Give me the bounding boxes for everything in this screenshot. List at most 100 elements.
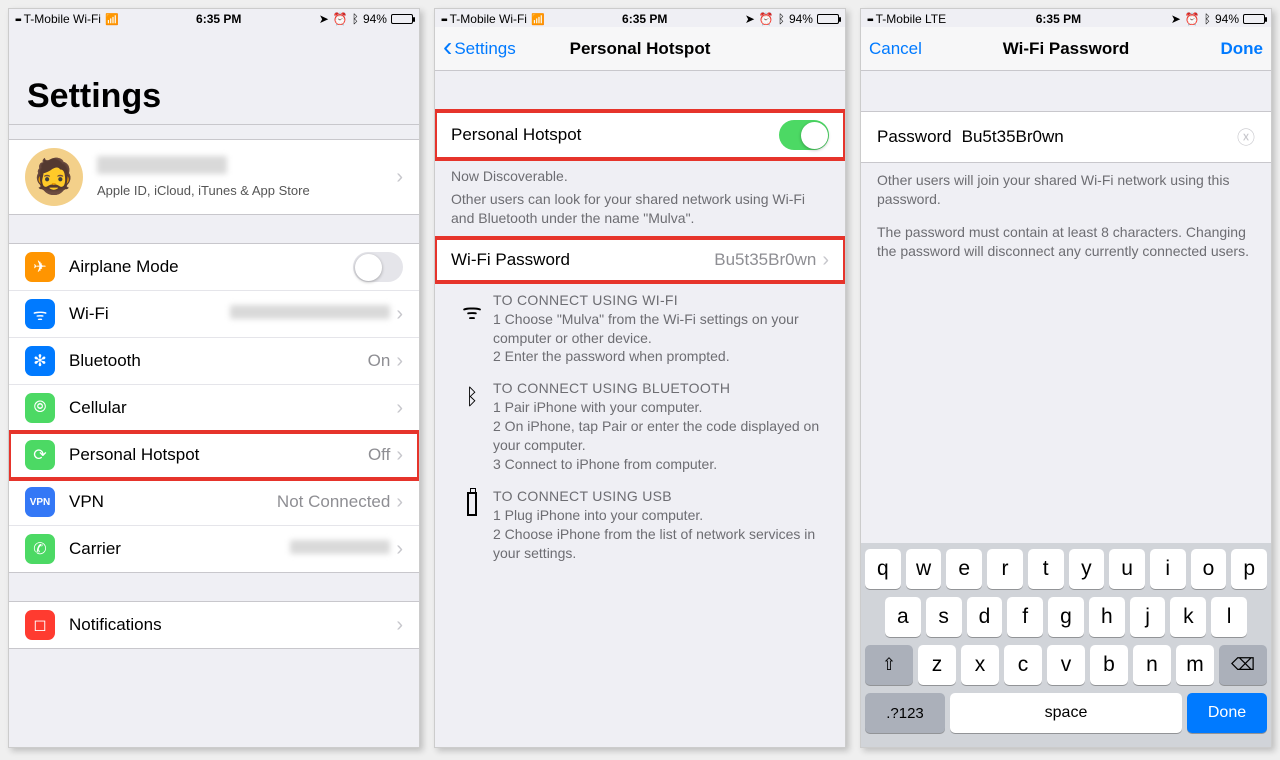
chevron-right-icon [822, 250, 829, 270]
password-desc-1: Other users will join your shared Wi-Fi … [861, 163, 1271, 213]
wifi-network-redacted [230, 305, 390, 319]
airplane-toggle[interactable] [353, 252, 403, 282]
key-l[interactable]: l [1211, 597, 1247, 637]
page-title: Settings [9, 27, 419, 125]
key-shift[interactable]: ⇧ [865, 645, 913, 685]
cellular-cell[interactable]: ⦾ Cellular [9, 385, 419, 432]
vpn-cell[interactable]: VPN VPN Not Connected [9, 479, 419, 526]
wifi-password-cell[interactable]: Wi-Fi Password Bu5t35Br0wn [435, 238, 845, 282]
key-p[interactable]: p [1231, 549, 1267, 589]
wifi-status-icon [105, 12, 119, 26]
key-d[interactable]: d [967, 597, 1003, 637]
key-w[interactable]: w [906, 549, 942, 589]
password-value[interactable]: Bu5t35Br0wn [962, 127, 1237, 147]
bluetooth-status-icon: ᛒ [778, 12, 785, 26]
keyboard-row-1: q w e r t y u i o p [865, 549, 1267, 589]
key-a[interactable]: a [885, 597, 921, 637]
carrier-label: T-Mobile Wi-Fi [24, 12, 101, 26]
clear-icon[interactable] [1237, 124, 1255, 150]
back-button[interactable]: Settings [435, 27, 524, 71]
chevron-right-icon [396, 351, 403, 371]
battery-icon [817, 14, 839, 24]
battery-icon [391, 14, 413, 24]
hotspot-toggle[interactable] [779, 120, 829, 150]
key-k[interactable]: k [1170, 597, 1206, 637]
apple-id-cell[interactable]: 🧔 Apple ID, iCloud, iTunes & App Store [9, 140, 419, 214]
key-o[interactable]: o [1191, 549, 1227, 589]
key-x[interactable]: x [961, 645, 999, 685]
status-bar: T-Mobile LTE 6:35 PM ➤ ⏰ ᛒ 94% [861, 9, 1271, 27]
screen-wifi-password: T-Mobile LTE 6:35 PM ➤ ⏰ ᛒ 94% Cancel Wi… [860, 8, 1272, 748]
hotspot-icon: ⟳ [25, 440, 55, 470]
key-m[interactable]: m [1176, 645, 1214, 685]
notifications-cell[interactable]: ◻ Notifications [9, 602, 419, 648]
bluetooth-status-icon: ᛒ [352, 12, 359, 26]
wifi-icon: ᯤ [25, 299, 55, 329]
carrier-cell[interactable]: ✆ Carrier [9, 526, 419, 572]
done-nav-button[interactable]: Done [1213, 27, 1272, 71]
notifications-icon: ◻ [25, 610, 55, 640]
chevron-right-icon [396, 445, 403, 465]
bluetooth-instruct-icon: ᛒ [451, 380, 493, 474]
password-label: Password [877, 127, 952, 147]
hotspot-toggle-cell[interactable]: Personal Hotspot [435, 111, 845, 159]
carrier-value-redacted [290, 540, 390, 554]
carrier-label: T-Mobile LTE [876, 12, 946, 26]
key-symbols[interactable]: .?123 [865, 693, 945, 733]
keyboard: q w e r t y u i o p a s d f g h j k l ⇧ … [861, 543, 1271, 747]
key-q[interactable]: q [865, 549, 901, 589]
clock: 6:35 PM [622, 12, 667, 26]
key-i[interactable]: i [1150, 549, 1186, 589]
carrier-label: T-Mobile Wi-Fi [450, 12, 527, 26]
key-y[interactable]: y [1069, 549, 1105, 589]
airplane-icon: ✈ [25, 252, 55, 282]
signal-icon [15, 12, 20, 26]
location-icon: ➤ [1171, 12, 1181, 26]
key-n[interactable]: n [1133, 645, 1171, 685]
key-j[interactable]: j [1130, 597, 1166, 637]
battery-icon [1243, 14, 1265, 24]
navbar: Settings Personal Hotspot [435, 27, 845, 71]
wifi-instruct-icon: ᯤ [451, 292, 493, 367]
chevron-right-icon [396, 398, 403, 418]
password-input-cell[interactable]: Password Bu5t35Br0wn [861, 111, 1271, 163]
key-c[interactable]: c [1004, 645, 1042, 685]
location-icon: ➤ [745, 12, 755, 26]
airplane-mode-cell[interactable]: ✈ Airplane Mode [9, 244, 419, 291]
key-u[interactable]: u [1109, 549, 1145, 589]
key-b[interactable]: b [1090, 645, 1128, 685]
chevron-right-icon [396, 539, 403, 559]
alarm-icon: ⏰ [1185, 12, 1200, 26]
chevron-right-icon [396, 167, 403, 187]
bluetooth-cell[interactable]: ✻ Bluetooth On [9, 338, 419, 385]
key-t[interactable]: t [1028, 549, 1064, 589]
status-bar: T-Mobile Wi-Fi 6:35 PM ➤ ⏰ ᛒ 94% [9, 9, 419, 27]
key-z[interactable]: z [918, 645, 956, 685]
key-e[interactable]: e [946, 549, 982, 589]
screen-personal-hotspot: T-Mobile Wi-Fi 6:35 PM ➤ ⏰ ᛒ 94% Setting… [434, 8, 846, 748]
chevron-right-icon [396, 304, 403, 324]
wifi-cell[interactable]: ᯤ Wi-Fi [9, 291, 419, 338]
usb-instruct-icon [451, 488, 493, 563]
location-icon: ➤ [319, 12, 329, 26]
key-g[interactable]: g [1048, 597, 1084, 637]
key-done[interactable]: Done [1187, 693, 1267, 733]
key-backspace[interactable]: ⌫ [1219, 645, 1267, 685]
profile-name-redacted [97, 156, 227, 174]
key-h[interactable]: h [1089, 597, 1125, 637]
keyboard-row-4: .?123 space Done [865, 693, 1267, 733]
bluetooth-icon: ✻ [25, 346, 55, 376]
key-s[interactable]: s [926, 597, 962, 637]
cancel-button[interactable]: Cancel [861, 27, 930, 71]
alarm-icon: ⏰ [759, 12, 774, 26]
key-r[interactable]: r [987, 549, 1023, 589]
chevron-right-icon [396, 615, 403, 635]
key-f[interactable]: f [1007, 597, 1043, 637]
key-v[interactable]: v [1047, 645, 1085, 685]
instruct-bluetooth: ᛒ TO CONNECT USING BLUETOOTH 1 Pair iPho… [435, 370, 845, 478]
personal-hotspot-cell[interactable]: ⟳ Personal Hotspot Off [9, 432, 419, 479]
vpn-icon: VPN [25, 487, 55, 517]
backspace-icon: ⌫ [1231, 655, 1255, 675]
profile-sub: Apple ID, iCloud, iTunes & App Store [97, 183, 396, 198]
key-space[interactable]: space [950, 693, 1182, 733]
